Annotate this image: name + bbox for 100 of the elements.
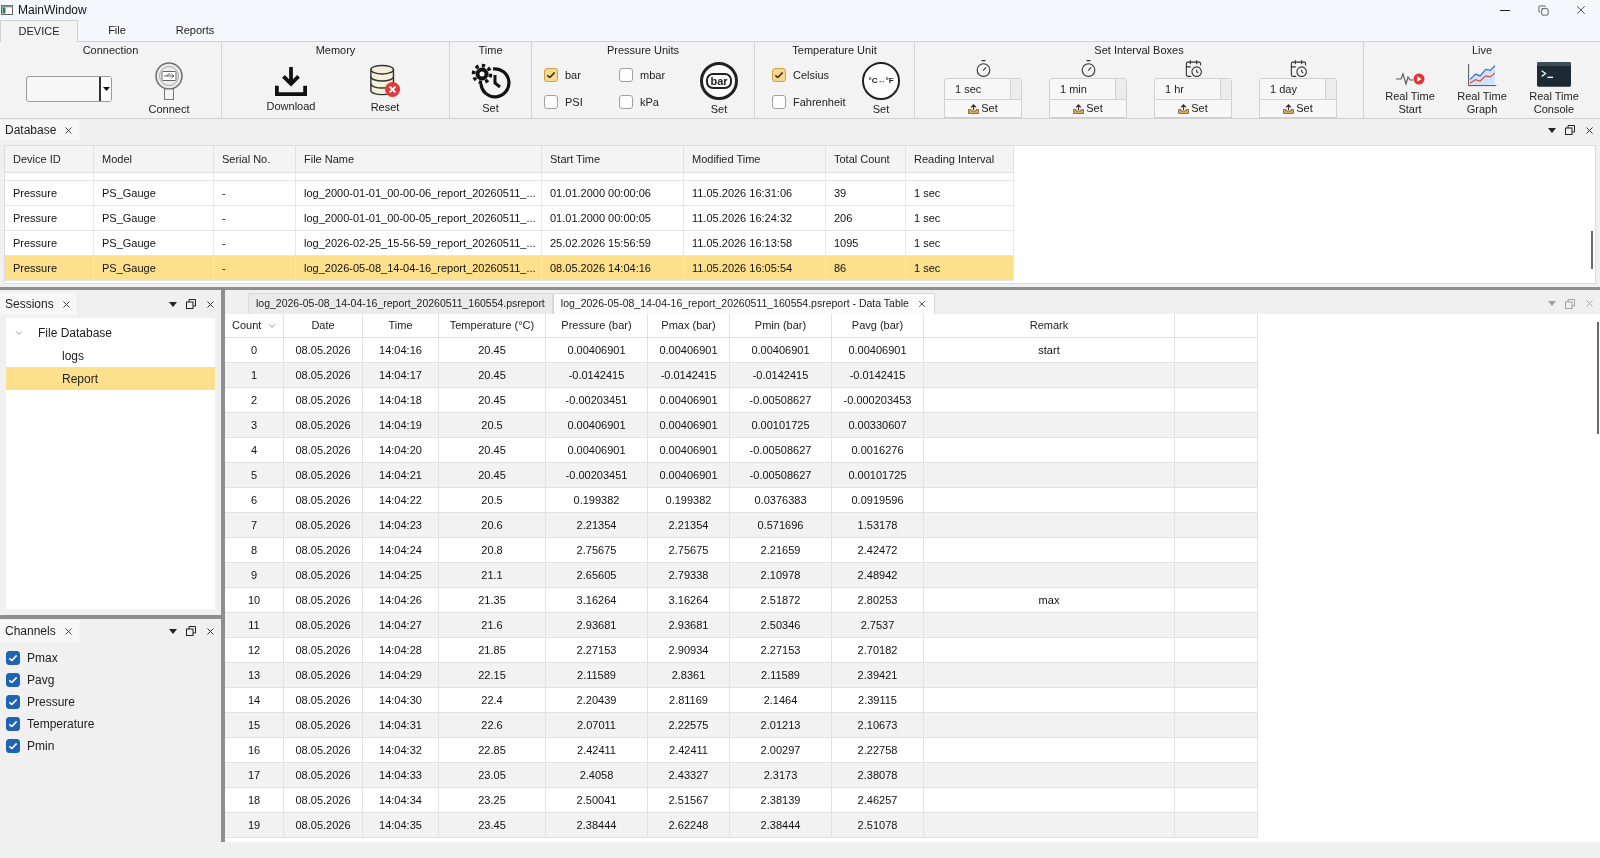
close-icon[interactable] <box>62 625 74 637</box>
checkbox[interactable] <box>619 94 633 109</box>
interval-field[interactable]: 1 sec <box>944 78 1022 100</box>
column-header[interactable]: Device ID <box>5 146 94 172</box>
column-header[interactable]: File Name <box>296 146 542 172</box>
column-header[interactable]: Start Time <box>542 146 684 172</box>
column-header[interactable]: Count <box>225 314 284 337</box>
close-icon[interactable] <box>63 124 75 136</box>
table-cell: 23.05 <box>439 763 546 787</box>
table-cell: - <box>214 181 296 205</box>
interval-field[interactable]: 1 min <box>1049 78 1127 100</box>
tick-icon <box>9 699 17 705</box>
table-cell: 0.199382 <box>648 488 730 512</box>
dropdown-arrow-icon[interactable] <box>169 628 177 634</box>
reset-button[interactable]: Reset <box>353 63 417 114</box>
table-cell: 11.05.2026 16:05:54 <box>684 256 826 280</box>
float-window-icon[interactable] <box>1565 125 1575 135</box>
table-cell: 20.5 <box>439 488 546 512</box>
port-dropdown[interactable] <box>26 75 112 102</box>
checkbox[interactable] <box>772 94 786 109</box>
table-cell: 0.00101725 <box>832 463 924 487</box>
interval-field[interactable]: 1 hr <box>1154 78 1232 100</box>
table-cell: 2.10673 <box>832 713 924 737</box>
set-temperature-unit-button[interactable]: °C↔°F Set <box>858 61 904 116</box>
close-icon[interactable] <box>1584 124 1595 136</box>
column-header[interactable]: Serial No. <box>214 146 296 172</box>
checkbox[interactable] <box>6 673 20 687</box>
scrollbar-thumb[interactable] <box>1597 322 1599 434</box>
column-header[interactable]: Remark <box>924 314 1175 337</box>
close-icon[interactable] <box>205 298 216 310</box>
table-cell: 08.05.2026 <box>284 613 363 637</box>
table-cell: 2.48942 <box>832 563 924 587</box>
float-window-icon[interactable] <box>186 626 196 636</box>
column-header[interactable]: Time <box>363 314 439 337</box>
download-button[interactable]: Download <box>259 64 323 113</box>
column-header[interactable]: Reading Interval <box>906 146 1014 172</box>
group-title: Pressure Units <box>606 43 680 59</box>
checkbox[interactable] <box>6 739 20 753</box>
document-tab[interactable]: log_2026-05-08_14-04-16_report_20260511_160554.psreport <box>248 293 553 314</box>
table-cell: 0.00406901 <box>546 413 648 437</box>
column-header[interactable]: Date <box>284 314 363 337</box>
table-cell: PS_Gauge <box>94 256 214 280</box>
close-icon[interactable] <box>916 299 927 309</box>
table-row[interactable]: Pressure PS_Gauge - log_2026-05-08_14-04-16_report_20260511_... 08.05.2026 14:04:16 11.05.2026 16:05:54 86 1 sec <box>5 256 1014 281</box>
checkbox[interactable] <box>6 695 20 709</box>
document-tab[interactable]: log_2026-05-08_14-04-16_report_20260511_160554.psreport - Data Table <box>552 293 935 314</box>
column-header[interactable]: Pmin (bar) <box>730 314 832 337</box>
table-cell: 21.85 <box>439 638 546 662</box>
set-interval-button[interactable]: Set <box>1154 100 1232 118</box>
set-interval-button[interactable]: Set <box>1049 100 1127 118</box>
float-window-icon[interactable] <box>186 299 196 309</box>
table-cell: 0 <box>225 338 284 362</box>
dropdown-arrow-icon[interactable] <box>169 301 177 307</box>
set-pressure-unit-button[interactable]: bar Set <box>694 61 744 116</box>
interval-field[interactable]: 1 day <box>1259 78 1337 100</box>
checkbox[interactable] <box>772 68 786 83</box>
column-header[interactable]: Total Count <box>826 146 906 172</box>
column-header[interactable]: Pressure (bar) <box>546 314 648 337</box>
tree-item[interactable]: Report <box>6 367 215 390</box>
set-interval-button[interactable]: Set <box>944 100 1022 118</box>
terminal-icon <box>1537 61 1571 87</box>
column-header[interactable]: Model <box>94 146 214 172</box>
dropdown-arrow-icon[interactable] <box>1548 127 1556 133</box>
table-cell: Pressure <box>5 231 94 255</box>
checkbox[interactable] <box>6 651 20 665</box>
checkbox[interactable] <box>544 68 558 83</box>
table-cell: - <box>214 231 296 255</box>
table-row[interactable]: Pressure PS_Gauge - log_2000-01-01_00-00-06_report_20260511_... 01.01.2000 00:00:06 11.05.2026 16:31:06 39 1 sec <box>5 181 1014 206</box>
table-cell: 20.45 <box>439 463 546 487</box>
column-header[interactable]: Pavg (bar) <box>832 314 924 337</box>
column-header[interactable]: Pmax (bar) <box>648 314 730 337</box>
checkbox-label: Fahrenheit <box>793 94 846 110</box>
table-cell: 11.05.2026 16:24:32 <box>684 206 826 230</box>
close-icon[interactable] <box>60 298 72 310</box>
table-cell: 0.00406901 <box>648 438 730 462</box>
live-tool-button[interactable]: Real Time Console <box>1522 61 1586 116</box>
table-cell: 2.51567 <box>648 788 730 812</box>
group-title: Live <box>1471 43 1493 59</box>
column-header[interactable]: Modified Time <box>684 146 826 172</box>
scrollbar-thumb[interactable] <box>1591 231 1593 269</box>
checkbox[interactable] <box>619 68 633 83</box>
close-icon[interactable] <box>205 625 216 637</box>
table-cell: -0.00203451 <box>546 388 648 412</box>
table-cell: 0.00406901 <box>648 413 730 437</box>
table-cell: 14:04:25 <box>363 563 439 587</box>
table-cell: 8 <box>225 538 284 562</box>
live-tool-button[interactable]: Real Time Start <box>1378 61 1442 116</box>
set-interval-button[interactable]: Set <box>1259 100 1337 118</box>
ribbon-tab[interactable]: DEVICE <box>0 20 78 42</box>
table-row[interactable]: Pressure PS_Gauge - log_2000-01-01_00-00-05_report_20260511_... 01.01.2000 00:00:05 11.05.2026 16:24:32 206 1 sec <box>5 206 1014 231</box>
column-header[interactable]: Temperature (°C) <box>439 314 546 337</box>
checkbox[interactable] <box>544 94 558 109</box>
table-cell: max <box>924 588 1175 612</box>
table-cell: log_2000-01-01_00-00-06_report_20260511_... <box>296 181 542 205</box>
table-row[interactable]: Pressure PS_Gauge - log_2026-02-25_15-56-59_report_20260511_... 25.02.2026 15:56:59 11.05.2026 16:13:58 1095 1 sec <box>5 231 1014 256</box>
connect-button[interactable]: Connect <box>138 61 200 116</box>
usb-plug-icon <box>153 61 185 100</box>
checkbox[interactable] <box>6 717 20 731</box>
live-tool-button[interactable]: Real Time Graph <box>1450 61 1514 116</box>
set-time-button[interactable]: Set <box>465 62 516 115</box>
